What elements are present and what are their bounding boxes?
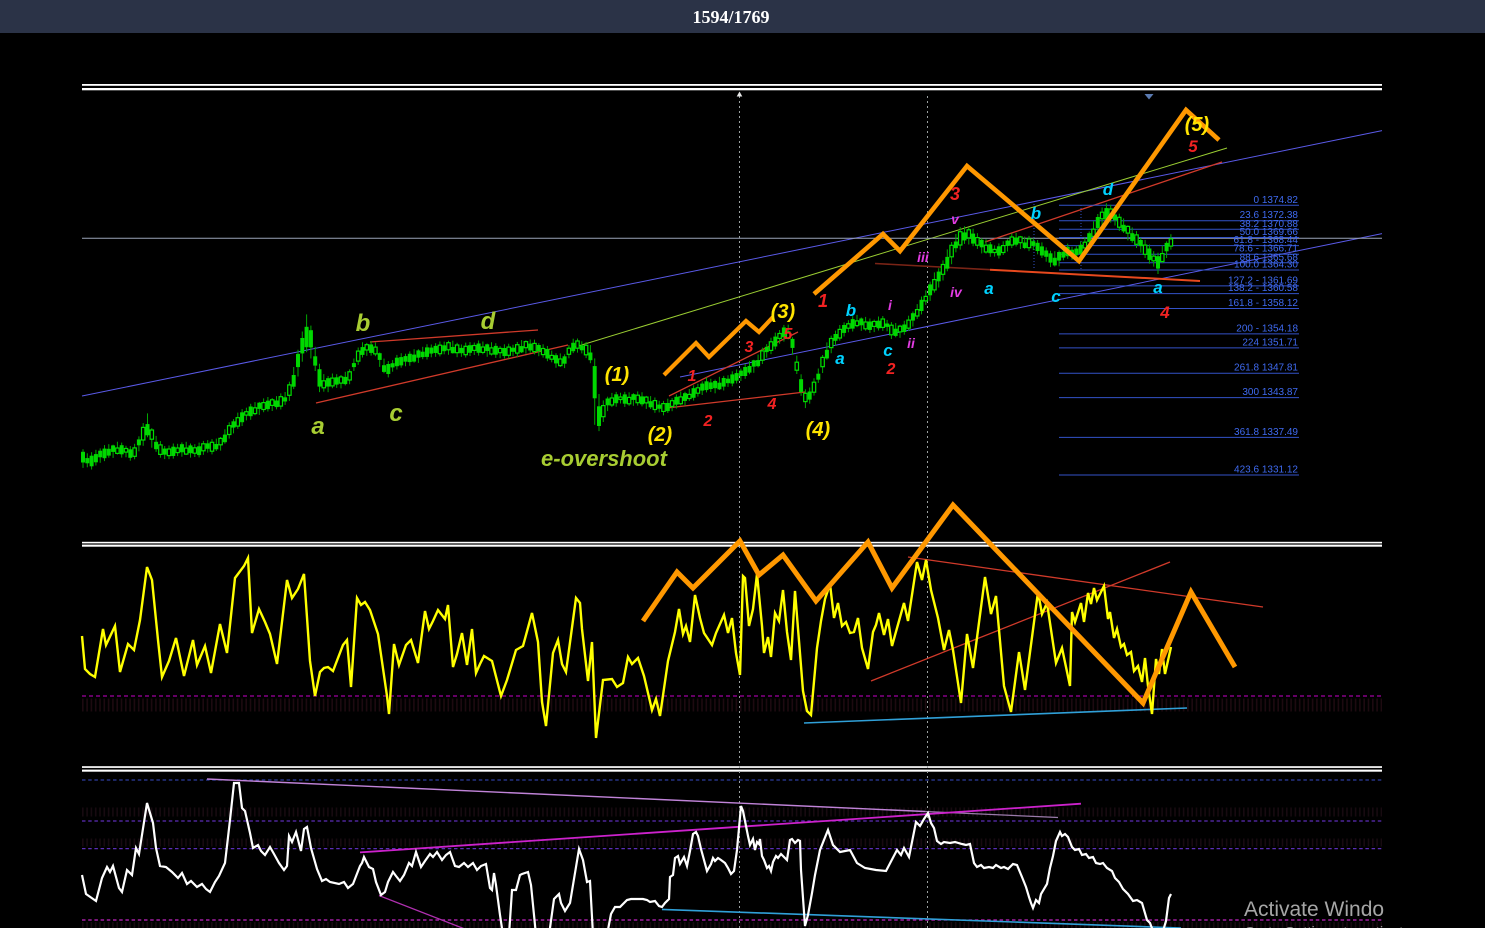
svg-text:423.6 1331.12: 423.6 1331.12 (1234, 465, 1298, 476)
svg-text:1: 1 (688, 368, 697, 385)
svg-text:a: a (835, 349, 844, 368)
svg-text:(3): (3) (771, 301, 796, 323)
svg-text:100.0 1364.30: 100.0 1364.30 (1234, 260, 1298, 271)
svg-text:a: a (311, 413, 324, 440)
svg-text:3: 3 (745, 339, 754, 356)
svg-text:c: c (389, 400, 402, 427)
svg-text:224 1351.71: 224 1351.71 (1242, 337, 1298, 348)
svg-text:c: c (883, 341, 893, 360)
svg-text:1: 1 (818, 291, 828, 311)
svg-text:2: 2 (886, 361, 896, 378)
svg-text:a: a (1153, 278, 1162, 297)
svg-text:261.8 1347.81: 261.8 1347.81 (1234, 363, 1298, 374)
svg-text:d: d (1103, 180, 1114, 199)
svg-text:3: 3 (950, 184, 960, 204)
svg-text:(2): (2) (648, 424, 673, 446)
svg-text:(1): (1) (605, 364, 630, 386)
svg-text:2: 2 (703, 413, 713, 430)
svg-text:5: 5 (784, 326, 794, 343)
svg-text:v: v (951, 211, 960, 227)
svg-text:4: 4 (767, 396, 777, 413)
svg-text:Activate Windo: Activate Windo (1244, 898, 1384, 921)
svg-text:iii: iii (917, 249, 930, 265)
svg-text:iv: iv (950, 284, 963, 300)
svg-text:0 1374.82: 0 1374.82 (1254, 195, 1299, 206)
svg-text:(4): (4) (806, 419, 831, 441)
svg-text:138.2 - 1360.58: 138.2 - 1360.58 (1228, 283, 1298, 294)
svg-text:c: c (1051, 287, 1061, 306)
svg-text:e-overshoot: e-overshoot (541, 446, 669, 471)
svg-text:Go to Settings to activate: Go to Settings to activate (1244, 924, 1412, 928)
svg-text:b: b (1031, 204, 1041, 223)
svg-text:a: a (984, 279, 993, 298)
svg-text:200 - 1354.18: 200 - 1354.18 (1236, 323, 1298, 334)
svg-text:361.8 1337.49: 361.8 1337.49 (1234, 427, 1298, 438)
svg-text:4: 4 (1159, 303, 1170, 322)
svg-text:b: b (356, 310, 371, 337)
svg-text:(5): (5) (1185, 114, 1210, 136)
svg-text:5: 5 (1188, 137, 1198, 156)
svg-text:1594/1769: 1594/1769 (692, 7, 769, 27)
svg-text:d: d (481, 308, 497, 335)
svg-text:161.8 - 1358.12: 161.8 - 1358.12 (1228, 298, 1298, 309)
svg-text:300 1343.87: 300 1343.87 (1242, 387, 1298, 398)
svg-text:ii: ii (907, 335, 916, 351)
svg-text:b: b (846, 301, 856, 320)
